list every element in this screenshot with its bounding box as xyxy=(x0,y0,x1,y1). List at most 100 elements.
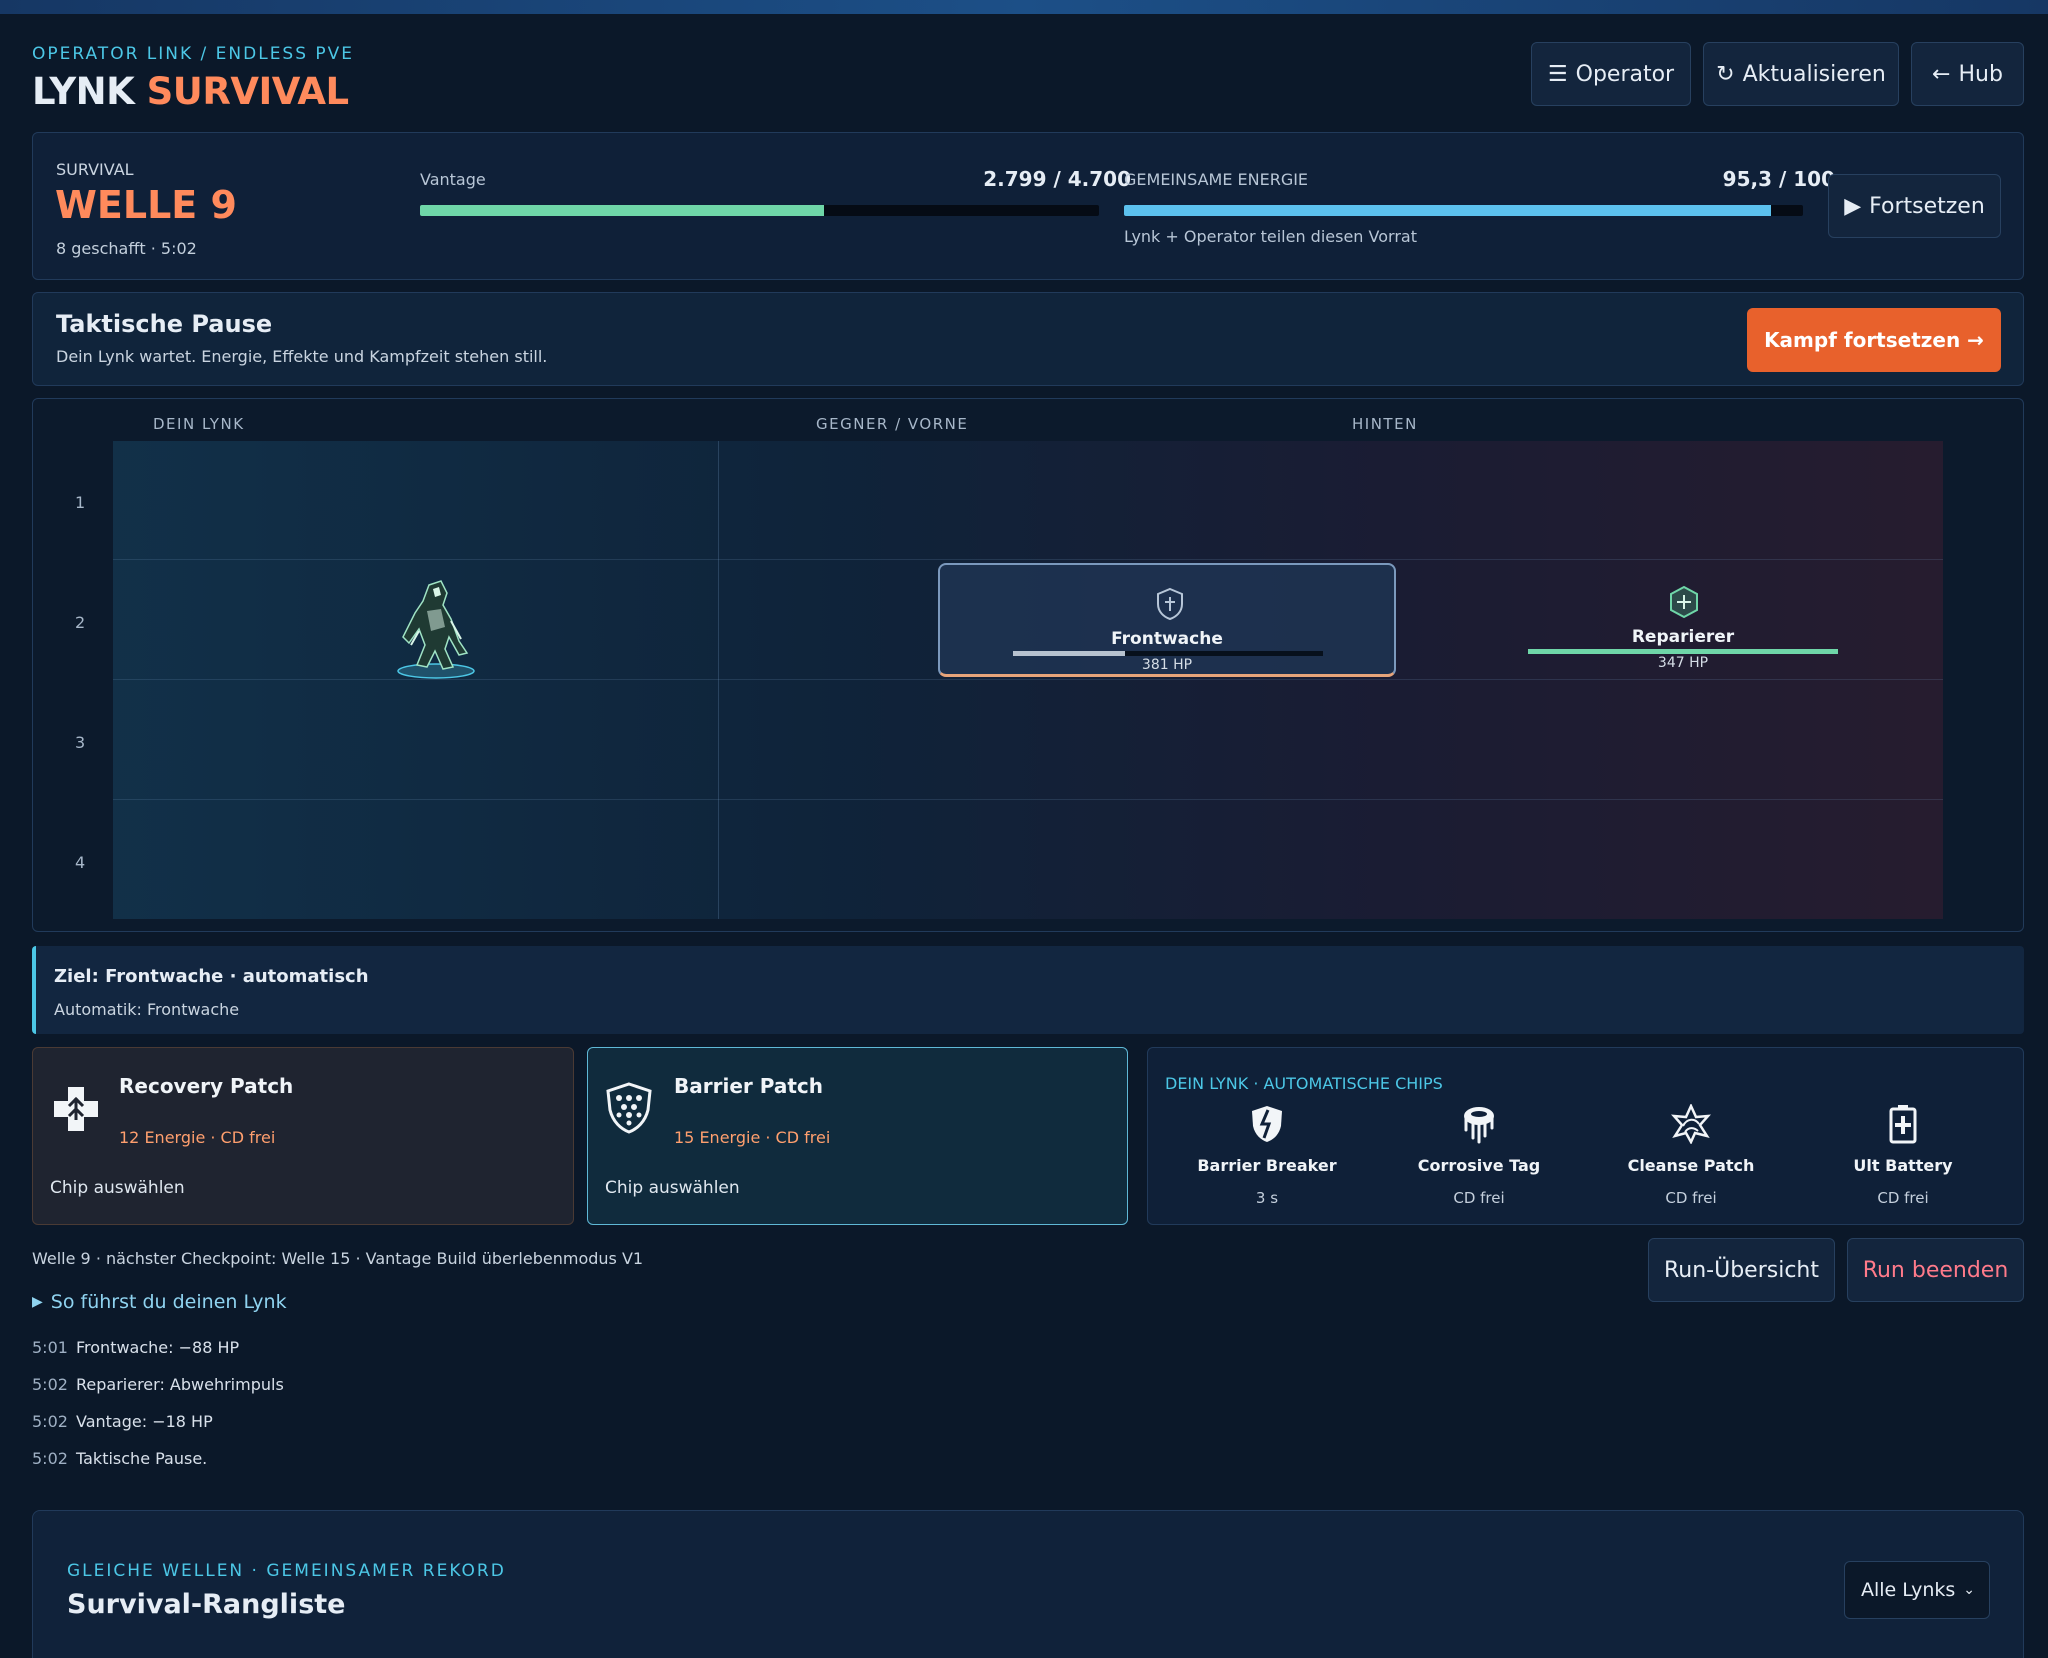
vantage-bar-fill xyxy=(420,205,825,216)
triangle-right-icon: ▶ xyxy=(32,1294,43,1310)
battery-icon xyxy=(1889,1105,1917,1144)
enemy-hp: 347 HP xyxy=(1657,655,1709,671)
target-title: Ziel: Frontwache · automatisch xyxy=(54,966,369,987)
menu-icon: ☰ xyxy=(1547,61,1568,87)
energy-bar-fill xyxy=(1124,205,1772,216)
page-title: LYNK SURVIVAL xyxy=(32,70,349,113)
breadcrumb: OPERATOR LINK / ENDLESS PVE xyxy=(32,44,355,64)
log-time: 5:02 xyxy=(32,1449,68,1468)
chip-name: Recovery Patch xyxy=(119,1074,294,1098)
log-entry: 5:02 Reparierer: Abwehrimpuls xyxy=(32,1375,284,1394)
vantage-label: Vantage xyxy=(420,170,486,189)
log-time: 5:01 xyxy=(32,1338,68,1357)
battle-grid xyxy=(113,441,1943,919)
chip-card-barrier-patch[interactable]: Barrier Patch 15 Energie · CD frei Chip … xyxy=(587,1047,1128,1225)
ranking-panel: GLEICHE WELLEN · GEMEINSAMER REKORD Surv… xyxy=(32,1510,2024,1658)
row-label-1: 1 xyxy=(75,493,86,512)
auto-chip-corrosive-tag: Corrosive Tag CD frei xyxy=(1374,1104,1584,1207)
energy-value: 95,3 / 100 xyxy=(1722,167,1835,191)
auto-chip-barrier-breaker: Barrier Breaker 3 s xyxy=(1162,1104,1372,1207)
column-label-front: GEGNER / VORNE xyxy=(816,415,969,433)
barrier-shield-icon xyxy=(606,1082,652,1134)
enemy-hp: 381 HP xyxy=(1141,657,1193,673)
enemy-card-reparierer[interactable]: Reparierer 347 HP xyxy=(1523,563,1843,677)
enemy-name: Reparierer xyxy=(1631,627,1735,647)
log-entry: 5:02 Vantage: −18 HP xyxy=(32,1412,213,1431)
title-accent: SURVIVAL xyxy=(146,70,349,113)
log-text: Taktische Pause. xyxy=(76,1449,208,1468)
enemy-card-frontwache[interactable]: Frontwache 381 HP xyxy=(938,563,1396,677)
enemy-name: Frontwache xyxy=(1111,629,1223,649)
chip-select-label: Chip auswählen xyxy=(605,1178,740,1198)
checkpoint-info: Welle 9 · nächster Checkpoint: Welle 15 … xyxy=(32,1249,644,1268)
pause-title: Taktische Pause xyxy=(56,310,273,338)
vantage-bar xyxy=(420,205,1099,216)
battlefield: DEIN LYNK GEGNER / VORNE HINTEN 1 2 3 4 … xyxy=(32,398,2024,932)
log-entry: 5:02 Taktische Pause. xyxy=(32,1449,207,1468)
grid-line xyxy=(113,559,1943,560)
title-main: LYNK xyxy=(32,70,135,113)
log-text: Vantage: −18 HP xyxy=(76,1412,213,1431)
shield-icon xyxy=(1157,587,1183,621)
auto-chips-panel: DEIN LYNK · AUTOMATISCHE CHIPS Barrier B… xyxy=(1147,1047,2024,1225)
energy-label: GEMEINSAME ENERGIE xyxy=(1124,170,1309,189)
auto-chips-heading: DEIN LYNK · AUTOMATISCHE CHIPS xyxy=(1165,1074,1443,1093)
target-info: Ziel: Frontwache · automatisch Automatik… xyxy=(32,946,2024,1034)
top-accent-bar xyxy=(0,0,2048,14)
log-time: 5:02 xyxy=(32,1412,68,1431)
lynk-robot-sprite xyxy=(397,580,475,679)
chip-name: Barrier Patch xyxy=(674,1074,823,1098)
log-entry: 5:01 Frontwache: −88 HP xyxy=(32,1338,239,1357)
row-label-2: 2 xyxy=(75,613,86,632)
lynk-filter-select[interactable]: Alle Lynks ⌄ xyxy=(1844,1561,1990,1619)
repair-hex-icon xyxy=(1670,585,1698,619)
energy-bar xyxy=(1124,205,1803,216)
auto-chip-cleanse-patch: Cleanse Patch CD frei xyxy=(1586,1102,1796,1207)
cleanse-star-icon xyxy=(1670,1102,1712,1145)
row-label-3: 3 xyxy=(75,733,86,752)
enemy-hp-bar-fill xyxy=(1013,651,1125,656)
refresh-button[interactable]: ↻ Aktualisieren xyxy=(1703,42,1899,106)
ranking-kicker: GLEICHE WELLEN · GEMEINSAMER REKORD xyxy=(67,1561,506,1581)
pause-panel: Taktische Pause Dein Lynk wartet. Energi… xyxy=(32,292,2024,386)
target-sub: Automatik: Frontwache xyxy=(54,1000,240,1019)
enemy-hp-bar xyxy=(1013,651,1323,656)
mode-label: SURVIVAL xyxy=(56,160,134,179)
run-end-button[interactable]: Run beenden xyxy=(1847,1238,2024,1302)
energy-note: Lynk + Operator teilen diesen Vorrat xyxy=(1124,227,1417,246)
column-label-back: HINTEN xyxy=(1352,415,1418,433)
chevron-down-icon: ⌄ xyxy=(1963,1582,1975,1598)
medical-cross-icon xyxy=(54,1087,98,1131)
run-overview-button[interactable]: Run-Übersicht xyxy=(1648,1238,1835,1302)
wave-meta: 8 geschafft · 5:02 xyxy=(56,239,197,258)
status-panel: SURVIVAL WELLE 9 8 geschafft · 5:02 Vant… xyxy=(32,132,2024,280)
broken-shield-icon xyxy=(1252,1106,1282,1142)
guide-toggle[interactable]: ▶ So führst du deinen Lynk xyxy=(32,1291,287,1313)
operator-button[interactable]: ☰ Operator xyxy=(1531,42,1691,106)
continue-button[interactable]: ▶ Fortsetzen xyxy=(1828,174,2001,238)
wave-number: WELLE 9 xyxy=(55,183,237,227)
ranking-title: Survival-Rangliste xyxy=(67,1589,346,1620)
arrow-left-icon: ← xyxy=(1932,61,1951,87)
log-time: 5:02 xyxy=(32,1375,68,1394)
corrosive-drip-icon xyxy=(1464,1107,1494,1144)
play-icon: ▶ xyxy=(1844,193,1862,219)
chip-select-label: Chip auswählen xyxy=(50,1178,185,1198)
chip-cost: 12 Energie · CD frei xyxy=(119,1128,276,1147)
resume-battle-button[interactable]: Kampf fortsetzen → xyxy=(1747,308,2001,372)
log-text: Reparierer: Abwehrimpuls xyxy=(76,1375,284,1394)
row-label-4: 4 xyxy=(75,853,86,872)
enemy-hp-bar-fill xyxy=(1528,649,1838,654)
grid-line xyxy=(113,679,1943,680)
vantage-value: 2.799 / 4.700 xyxy=(983,167,1131,191)
chip-card-recovery-patch[interactable]: Recovery Patch 12 Energie · CD frei Chip… xyxy=(32,1047,574,1225)
enemy-hp-bar xyxy=(1528,649,1838,654)
lane-divider xyxy=(718,441,719,919)
chip-cost: 15 Energie · CD frei xyxy=(674,1128,831,1147)
pause-subtitle: Dein Lynk wartet. Energie, Effekte und K… xyxy=(56,347,548,366)
hub-button[interactable]: ← Hub xyxy=(1911,42,2024,106)
grid-line xyxy=(113,799,1943,800)
refresh-icon: ↻ xyxy=(1716,61,1735,87)
log-text: Frontwache: −88 HP xyxy=(76,1338,240,1357)
auto-chip-ult-battery: Ult Battery CD frei xyxy=(1798,1104,2008,1207)
